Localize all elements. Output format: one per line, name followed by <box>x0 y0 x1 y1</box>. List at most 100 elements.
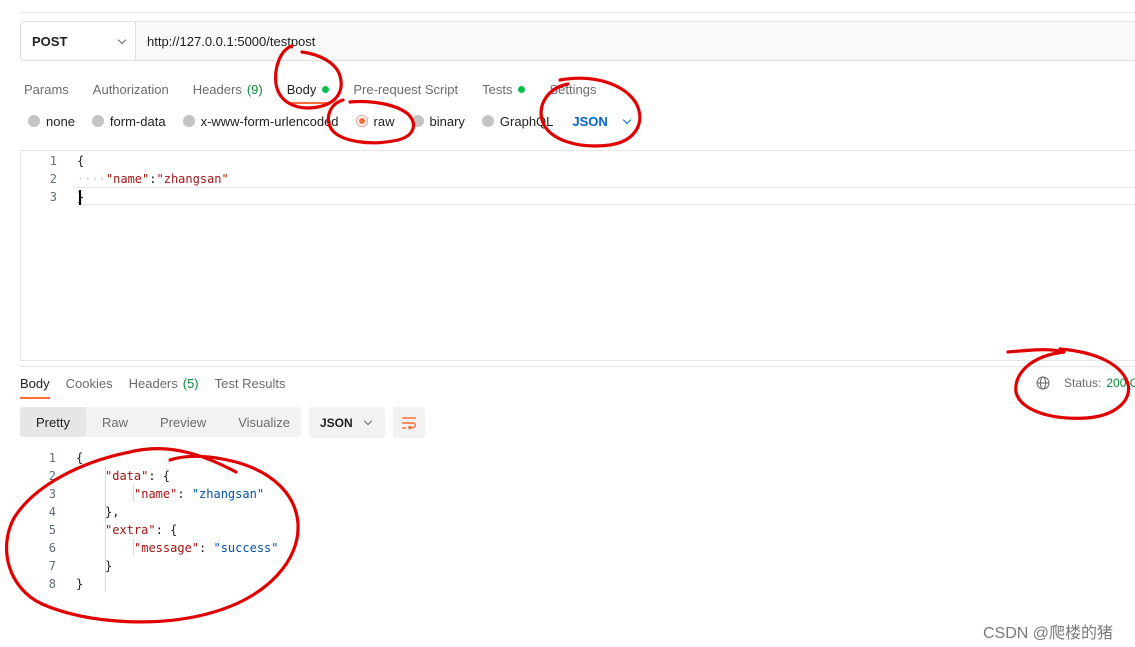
tab-label: Headers <box>192 81 242 97</box>
wrap-lines-button[interactable] <box>393 407 425 438</box>
view-visualize[interactable]: Visualize <box>222 407 306 437</box>
raw-format-label: JSON <box>572 113 608 129</box>
tab-settings[interactable]: Settings <box>549 76 596 102</box>
method-label: POST <box>32 33 68 49</box>
radio-label: x-www-form-urlencoded <box>200 113 339 129</box>
line-number: 6 <box>48 541 56 555</box>
code-key: "extra" <box>105 523 156 537</box>
globe-icon[interactable] <box>1036 376 1050 390</box>
indent-guide-dots: ···· <box>77 172 106 186</box>
view-raw[interactable]: Raw <box>86 407 144 437</box>
status-dot-icon <box>322 85 330 93</box>
tab-label: Body <box>20 375 50 391</box>
line-number: 3 <box>48 487 56 501</box>
line-number: 2 <box>48 469 56 483</box>
line-number: 7 <box>48 559 56 573</box>
tab-pre-request-script[interactable]: Pre-request Script <box>353 76 458 102</box>
request-tabs: Params Authorization Headers (9) Body Pre… <box>24 76 620 104</box>
code-brace: } <box>76 577 84 591</box>
tab-authorization[interactable]: Authorization <box>93 76 169 102</box>
radio-icon <box>182 115 195 127</box>
tab-test-results[interactable]: Test Results <box>215 374 286 392</box>
line-number: 1 <box>48 451 56 465</box>
code-brace: { <box>76 451 84 465</box>
code-line: "name": "zhangsan" <box>134 485 264 503</box>
method-select[interactable]: POST <box>21 22 136 60</box>
tab-params[interactable]: Params <box>24 76 69 102</box>
watermark: CSDN @爬楼的猪 <box>983 625 1114 642</box>
code-punct: : { <box>155 523 178 537</box>
code-line: }, <box>105 503 119 521</box>
headers-count: (9) <box>246 81 263 97</box>
line-number: 3 <box>49 190 57 204</box>
tab-label: Test Results <box>214 375 286 391</box>
status-label: Status: <box>1064 376 1102 390</box>
raw-format-select[interactable]: JSON <box>572 113 632 129</box>
radio-label: none <box>46 113 75 129</box>
tab-label: Body <box>286 81 317 97</box>
radio-label: form-data <box>109 113 166 129</box>
radio-x-www-form-urlencoded[interactable]: x-www-form-urlencoded <box>182 113 339 129</box>
code-brace: } <box>105 559 113 573</box>
code-value: "success" <box>213 541 279 555</box>
code-line: "message": "success" <box>134 539 279 557</box>
radio-raw[interactable]: raw <box>355 114 395 129</box>
code-value: "zhangsan" <box>191 487 265 501</box>
tab-label: Params <box>24 81 69 97</box>
tab-headers[interactable]: Headers (9) <box>193 76 263 102</box>
response-tabs: Body Cookies Headers (5) Test Results <box>20 374 301 399</box>
line-number: 5 <box>48 523 56 537</box>
url-input[interactable]: http://127.0.0.1:5000/testpost <box>136 22 315 60</box>
tab-label: Pre-request Script <box>353 81 459 97</box>
radio-graphql[interactable]: GraphQL <box>481 113 554 129</box>
chevron-down-icon <box>363 416 373 426</box>
code-colon: : <box>149 172 157 186</box>
view-pretty[interactable]: Pretty <box>20 407 86 437</box>
radio-label: binary <box>429 113 465 129</box>
code-line: { <box>77 152 84 170</box>
radio-form-data[interactable]: form-data <box>91 113 166 129</box>
radio-icon <box>411 115 424 127</box>
code-line: } <box>77 188 84 206</box>
tab-cookies[interactable]: Cookies <box>66 374 113 392</box>
tab-body[interactable]: Body <box>286 76 330 104</box>
radio-label: GraphQL <box>499 113 554 129</box>
view-preview[interactable]: Preview <box>144 407 222 437</box>
line-number: 8 <box>48 577 56 591</box>
response-format-select[interactable]: JSON <box>309 407 385 438</box>
tab-label: Authorization <box>92 81 169 97</box>
tab-response-headers[interactable]: Headers (5) <box>129 374 199 392</box>
code-line: { <box>76 449 83 467</box>
chevron-down-icon <box>622 115 632 124</box>
line-number: 2 <box>49 172 57 186</box>
section-divider <box>20 366 1135 367</box>
code-line: ···· "name": "zhangsan" <box>77 170 229 188</box>
radio-none[interactable]: none <box>28 114 75 129</box>
radio-binary[interactable]: binary <box>411 113 465 129</box>
tab-response-body[interactable]: Body <box>20 374 50 399</box>
response-view-segmented: Pretty Raw Preview Visualize <box>20 407 301 437</box>
radio-icon <box>481 115 494 127</box>
body-type-radio-group: none form-data x-www-form-urlencoded raw… <box>28 112 632 130</box>
code-key: "message" <box>134 541 200 555</box>
headers-count: (5) <box>182 375 199 391</box>
code-punct: : { <box>148 469 171 483</box>
request-body-editor[interactable]: 1 2 3 { ····"name":"zhangsan" } <box>20 150 1135 361</box>
response-status: Status: 200 O <box>1036 374 1135 392</box>
code-line: } <box>76 575 83 593</box>
wrap-lines-icon <box>402 416 416 430</box>
tab-label: Headers <box>128 375 178 391</box>
code-key: "name" <box>134 487 178 501</box>
code-key: "name" <box>105 172 150 186</box>
status-code[interactable]: 200 O <box>1106 376 1135 390</box>
code-key: "data" <box>105 469 149 483</box>
code-colon: : <box>177 487 192 501</box>
radio-selected-icon <box>355 115 368 127</box>
response-format-label: JSON <box>320 415 353 430</box>
tab-label: Settings <box>549 81 597 97</box>
tab-tests[interactable]: Tests <box>482 76 526 102</box>
chevron-down-icon <box>117 35 127 44</box>
code-punct: }, <box>105 505 120 519</box>
radio-icon <box>91 115 104 127</box>
response-body-viewer[interactable]: 1 2 3 4 5 6 7 8 { "data": { "name": "zha… <box>20 448 1135 598</box>
